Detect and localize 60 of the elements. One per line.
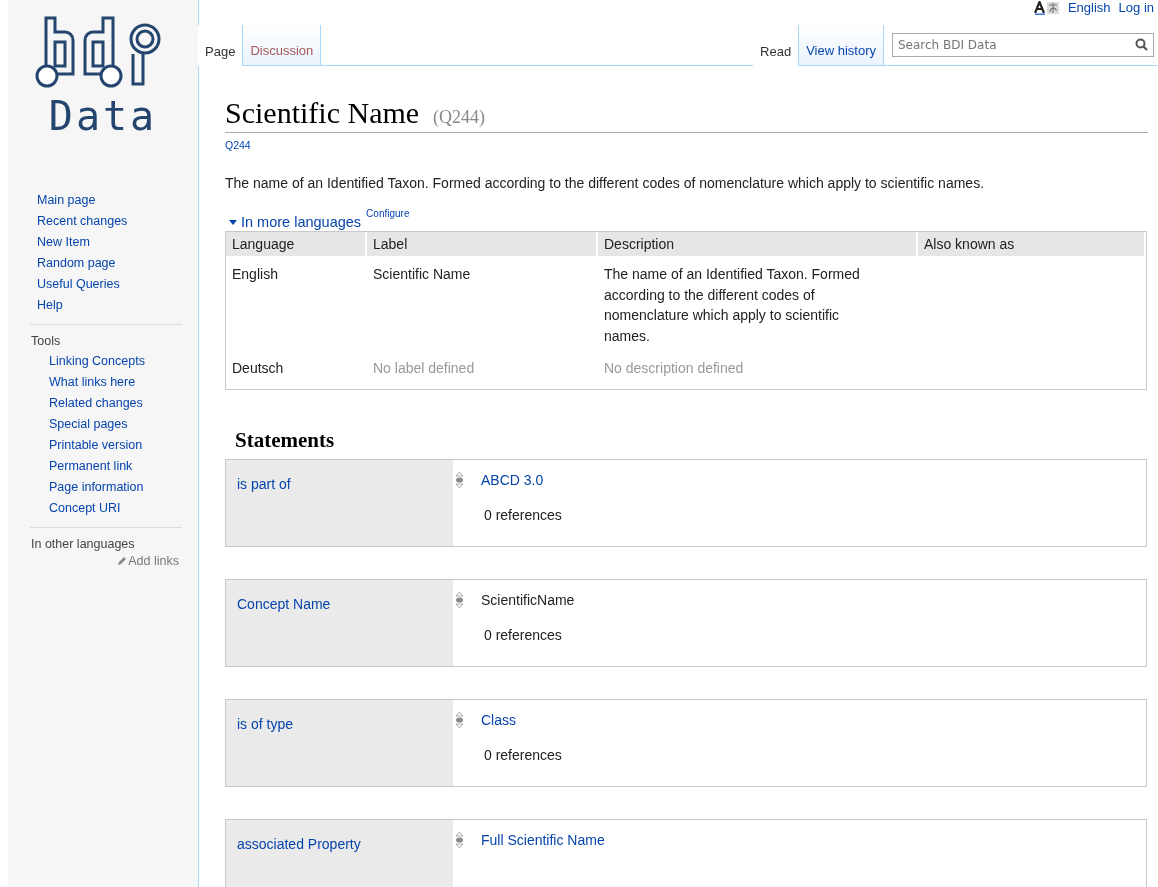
page-title: Scientific Name bbox=[225, 96, 420, 130]
sidebar-link[interactable]: Concept URI bbox=[30, 498, 182, 519]
sidebar-link[interactable]: Page information bbox=[30, 477, 182, 498]
sidebar-link[interactable]: Random page bbox=[37, 253, 198, 274]
rank-icon[interactable] bbox=[455, 470, 464, 489]
references-toggle[interactable]: 0 references bbox=[484, 506, 1146, 523]
configure-link[interactable]: Configure bbox=[366, 208, 410, 219]
rank-icon[interactable] bbox=[455, 830, 464, 849]
tab[interactable]: Page bbox=[198, 25, 244, 66]
table-cell-text: The name of an Identified Taxon. Formed according to the different codes of nomenclature which apply to scientific names. bbox=[603, 265, 861, 346]
language-link[interactable]: English bbox=[1067, 0, 1111, 15]
sidebar-link[interactable]: What links here bbox=[30, 372, 182, 393]
search-icon[interactable] bbox=[1135, 38, 1148, 51]
sidebar-link[interactable]: Permanent link bbox=[30, 456, 182, 477]
sidebar-link[interactable]: Related changes bbox=[30, 393, 182, 414]
tab[interactable]: View history bbox=[799, 25, 884, 65]
property-link[interactable]: is of type bbox=[237, 715, 294, 732]
references-toggle[interactable]: 0 references bbox=[484, 626, 1146, 643]
property-link[interactable]: associated Property bbox=[237, 835, 361, 852]
sidebar-link[interactable]: Special pages bbox=[30, 414, 182, 435]
section-heading: Statements bbox=[235, 427, 336, 453]
sidebar-link[interactable]: Useful Queries bbox=[37, 274, 198, 295]
tab[interactable]: Read bbox=[753, 25, 800, 66]
add-links-link[interactable]: Add links bbox=[117, 554, 179, 568]
id-link[interactable]: Q244 bbox=[225, 139, 1148, 151]
tools-heading: Tools bbox=[31, 333, 62, 350]
languages-heading: In other languages bbox=[31, 536, 136, 553]
table-cell-text: No label defined bbox=[372, 359, 476, 378]
search-field[interactable]: Search BDI Data bbox=[892, 33, 1154, 57]
rank-icon[interactable] bbox=[455, 590, 464, 609]
sidebar-link[interactable]: Main page bbox=[37, 190, 198, 211]
language-icon[interactable] bbox=[1033, 0, 1060, 15]
sidebar-link[interactable]: Recent changes bbox=[37, 211, 198, 232]
table-cell-text: Scientific Name bbox=[372, 265, 472, 284]
table-cell-text: No description defined bbox=[603, 359, 745, 378]
sidebar-link[interactable]: New Item bbox=[37, 232, 198, 253]
rank-icon[interactable] bbox=[455, 710, 464, 729]
table-cell-text: Deutsch bbox=[231, 359, 285, 378]
table-cell-text: English bbox=[231, 265, 279, 284]
property-link[interactable]: Concept Name bbox=[237, 595, 331, 612]
value-text: ScientificName bbox=[481, 591, 575, 608]
tab[interactable]: Discussion bbox=[243, 25, 322, 65]
sidebar-link[interactable]: Linking Concepts bbox=[30, 351, 182, 372]
references-toggle[interactable]: 0 references bbox=[484, 746, 1146, 763]
login-link[interactable]: Log in bbox=[1118, 0, 1154, 15]
item-id: (Q244) bbox=[433, 107, 486, 128]
column-header: Also known as bbox=[918, 232, 1146, 256]
value-link[interactable]: ABCD 3.0 bbox=[481, 471, 544, 488]
column-header: Language bbox=[226, 232, 367, 256]
value-link[interactable]: Full Scientific Name bbox=[481, 831, 605, 848]
column-header: Label bbox=[367, 232, 598, 256]
sidebar-link[interactable]: Printable version bbox=[30, 435, 182, 456]
languages-toggle[interactable]: In more languages bbox=[229, 214, 362, 230]
item-description: The name of an Identified Taxon. Formed according to the different codes of nomenclature which apply to scientific names. bbox=[225, 174, 986, 192]
property-link[interactable]: is part of bbox=[237, 475, 291, 492]
sidebar-link[interactable]: Help bbox=[37, 295, 198, 316]
value-link[interactable]: Class bbox=[481, 711, 516, 728]
pencil-icon bbox=[117, 556, 128, 566]
column-header: Description bbox=[598, 232, 918, 256]
logo-wordmark: Data bbox=[48, 94, 158, 138]
